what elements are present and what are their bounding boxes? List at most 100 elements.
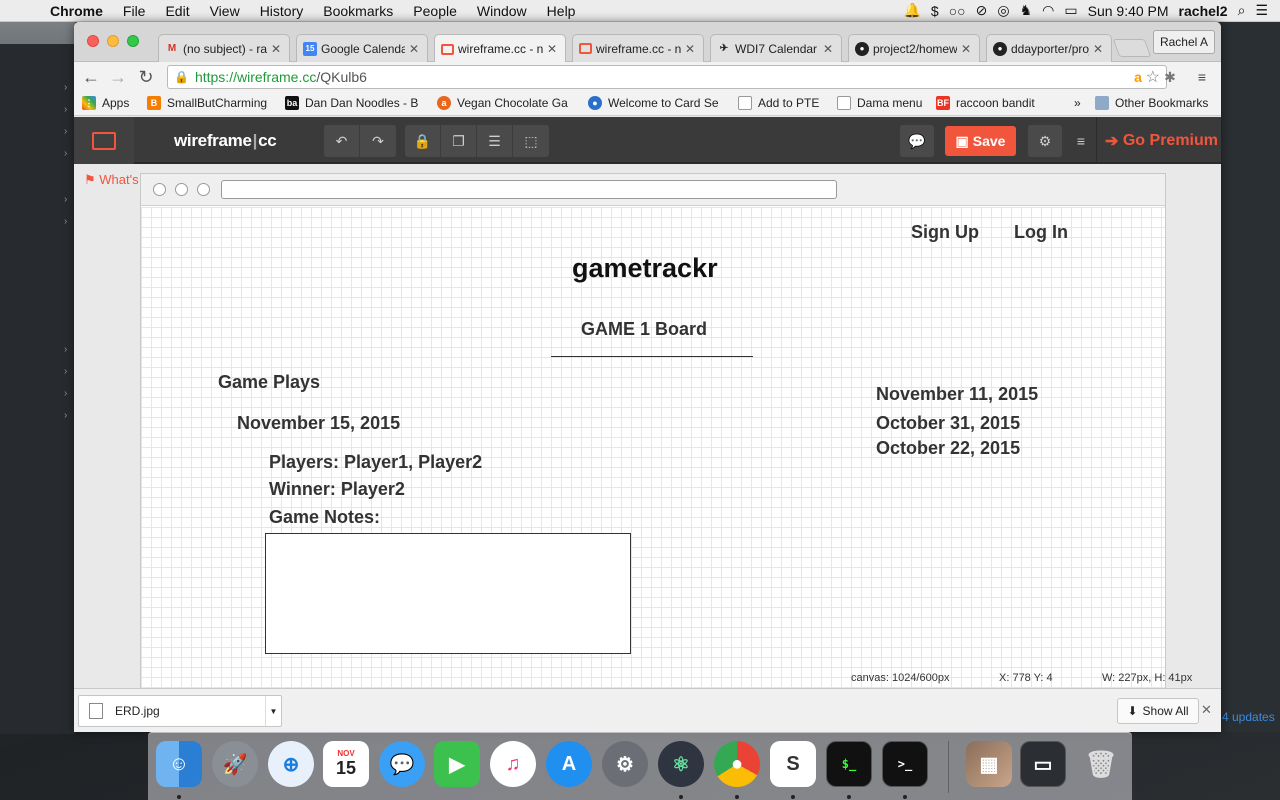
wf-site-title[interactable]: gametrackr bbox=[572, 253, 718, 284]
sync-icon[interactable]: ⊘ bbox=[976, 2, 988, 19]
notification-center-icon[interactable]: ☰ bbox=[1255, 2, 1268, 19]
close-window-button[interactable] bbox=[87, 35, 99, 47]
bookmark-smallbutcharming[interactable]: B SmallButCharming bbox=[147, 96, 267, 110]
updates-link[interactable]: 4 updates bbox=[1222, 710, 1275, 724]
wf-winner[interactable]: Winner: Player2 bbox=[269, 479, 405, 500]
wireframe-canvas[interactable]: Sign Up Log In gametrackr GAME 1 Board G… bbox=[141, 207, 1165, 688]
wf-selected-date[interactable]: November 15, 2015 bbox=[237, 413, 400, 434]
bookmark-raccoon-bandit[interactable]: BF raccoon bandit bbox=[936, 96, 1035, 110]
tab-github-project2[interactable]: ● project2/homew ✕ bbox=[848, 34, 980, 62]
launchpad-icon[interactable]: 🚀 bbox=[212, 741, 258, 787]
menu-window[interactable]: Window bbox=[467, 3, 537, 19]
menu-help[interactable]: Help bbox=[537, 3, 586, 19]
download-item[interactable]: ERD.jpg ▼ bbox=[78, 695, 282, 727]
battery-icon[interactable]: ▭ bbox=[1064, 2, 1077, 19]
menu-file[interactable]: File bbox=[113, 3, 156, 19]
lock-element-icon[interactable]: 🔒 bbox=[405, 125, 441, 157]
tab-wdi7-calendar[interactable]: ✈ WDI7 Calendar ✕ bbox=[710, 34, 842, 62]
save-button[interactable]: ▣ Save bbox=[945, 126, 1016, 156]
wf-date-item[interactable]: October 31, 2015 bbox=[876, 413, 1020, 434]
mock-address-bar[interactable] bbox=[221, 180, 837, 199]
settings-gears-icon[interactable]: ⚙ bbox=[1028, 125, 1062, 157]
minimized-window-icon[interactable]: ▭ bbox=[1020, 741, 1066, 787]
menu-people[interactable]: People bbox=[403, 3, 467, 19]
menu-app-name[interactable]: Chrome bbox=[40, 3, 113, 19]
new-tab-button[interactable] bbox=[1112, 39, 1152, 57]
address-bar[interactable]: 🔒 https:// wireframe.cc /QKulb6 ☆ bbox=[167, 65, 1167, 89]
chrome-menu-icon[interactable]: ≡ bbox=[1192, 67, 1212, 87]
downloads-stack-icon[interactable]: ▦ bbox=[966, 741, 1012, 787]
tab-google-calendar[interactable]: 15 Google Calendar ✕ bbox=[296, 34, 428, 62]
facetime-icon[interactable]: ▶ bbox=[434, 741, 480, 787]
bookmark-other-bookmarks[interactable]: Other Bookmarks bbox=[1095, 96, 1208, 110]
undo-icon[interactable]: ↶ bbox=[324, 125, 360, 157]
profile-button[interactable]: Rachel A bbox=[1152, 30, 1215, 54]
wf-players[interactable]: Players: Player1, Player2 bbox=[269, 452, 482, 473]
hamburger-menu-icon[interactable]: ≡ bbox=[1064, 125, 1098, 157]
reload-icon[interactable]: ↻ bbox=[135, 66, 157, 88]
browser-frame-toggle[interactable] bbox=[74, 117, 134, 164]
finder-icon[interactable]: ☺ bbox=[156, 741, 202, 787]
close-tab-icon[interactable]: ✕ bbox=[271, 42, 281, 56]
chrome-icon[interactable]: ● bbox=[714, 741, 760, 787]
spotlight-search-icon[interactable]: ⌕ bbox=[1238, 2, 1246, 19]
cloud-icon[interactable]: ◎ bbox=[997, 2, 1009, 19]
safari-icon[interactable]: ⊕ bbox=[268, 741, 314, 787]
menu-history[interactable]: History bbox=[250, 3, 314, 19]
chevron-down-icon[interactable]: ▼ bbox=[265, 696, 281, 726]
wireframe-logo[interactable]: wireframe|cc bbox=[174, 131, 277, 151]
slack-icon[interactable]: S bbox=[770, 741, 816, 787]
menubar-user[interactable]: rachel2 bbox=[1179, 3, 1228, 19]
back-arrow-icon[interactable]: ← bbox=[80, 66, 102, 88]
bookmark-dan-dan-noodles[interactable]: ba Dan Dan Noodles - B bbox=[285, 96, 418, 110]
glasses-icon[interactable]: ○○ bbox=[949, 3, 966, 19]
amazon-extension-icon[interactable]: a bbox=[1128, 67, 1148, 87]
close-shelf-icon[interactable]: ✕ bbox=[1201, 702, 1212, 718]
tab-gmail[interactable]: M (no subject) - ra ✕ bbox=[158, 34, 290, 62]
comment-icon[interactable]: 💬 bbox=[900, 125, 934, 157]
notification-bell-icon[interactable]: 🔔 bbox=[903, 2, 920, 19]
forward-arrow-icon[interactable]: → bbox=[107, 66, 129, 88]
atom-icon[interactable]: ⚛ bbox=[658, 741, 704, 787]
calendar-app-icon[interactable]: NOV 15 bbox=[323, 741, 369, 787]
arrange-icon[interactable]: ❐ bbox=[441, 125, 477, 157]
wf-date-item[interactable]: November 11, 2015 bbox=[876, 384, 1038, 405]
close-tab-icon[interactable]: ✕ bbox=[409, 42, 419, 56]
close-tab-icon[interactable]: ✕ bbox=[961, 42, 971, 56]
bookmark-add-to-pte[interactable]: Add to PTE bbox=[738, 96, 819, 110]
bookmark-dama-menu[interactable]: Dama menu bbox=[837, 96, 922, 110]
close-tab-icon[interactable]: ✕ bbox=[685, 42, 695, 56]
show-all-downloads-button[interactable]: ⬇ Show All bbox=[1117, 698, 1199, 724]
elephant-icon[interactable]: ♞ bbox=[1020, 2, 1033, 19]
menubar-clock[interactable]: Sun 9:40 PM bbox=[1088, 3, 1169, 19]
wf-date-item[interactable]: October 22, 2015 bbox=[876, 438, 1020, 459]
dollar-icon[interactable]: $ bbox=[931, 3, 939, 19]
select-area-icon[interactable]: ⬚ bbox=[513, 125, 549, 157]
go-premium-button[interactable]: ➔ Go Premium bbox=[1096, 117, 1218, 164]
menu-edit[interactable]: Edit bbox=[155, 3, 199, 19]
wf-signup-link[interactable]: Sign Up bbox=[911, 222, 979, 243]
wf-divider-line[interactable] bbox=[551, 356, 753, 357]
terminal-icon[interactable]: $_ bbox=[826, 741, 872, 787]
wifi-icon[interactable]: ◠ bbox=[1042, 2, 1054, 19]
bookmark-card-services[interactable]: ● Welcome to Card Se bbox=[588, 96, 719, 110]
bookmark-vegan-chocolate[interactable]: a Vegan Chocolate Ga bbox=[437, 96, 568, 110]
trash-icon[interactable]: 🗑 bbox=[1078, 741, 1124, 787]
wf-notes-textarea[interactable] bbox=[265, 533, 631, 654]
tab-wireframe-active[interactable]: wireframe.cc - n ✕ bbox=[434, 34, 566, 63]
app-store-icon[interactable]: A bbox=[546, 741, 592, 787]
wf-board-title[interactable]: GAME 1 Board bbox=[581, 319, 707, 340]
messages-icon[interactable]: 💬 bbox=[379, 741, 425, 787]
bug-extension-icon[interactable]: ✱ bbox=[1160, 67, 1180, 87]
close-tab-icon[interactable]: ✕ bbox=[1093, 42, 1103, 56]
bookmarks-overflow-button[interactable]: » bbox=[1074, 96, 1081, 110]
menu-bookmarks[interactable]: Bookmarks bbox=[313, 3, 403, 19]
terminal-icon[interactable]: >_ bbox=[882, 741, 928, 787]
zoom-window-button[interactable] bbox=[127, 35, 139, 47]
system-preferences-icon[interactable]: ⚙ bbox=[602, 741, 648, 787]
tab-github-ddayporter[interactable]: ● ddayporter/proje ✕ bbox=[986, 34, 1112, 62]
menu-view[interactable]: View bbox=[200, 3, 250, 19]
bookmark-apps[interactable]: ⋮ Apps bbox=[82, 96, 129, 110]
wf-section-title[interactable]: Game Plays bbox=[218, 372, 320, 393]
align-icon[interactable]: ☰ bbox=[477, 125, 513, 157]
